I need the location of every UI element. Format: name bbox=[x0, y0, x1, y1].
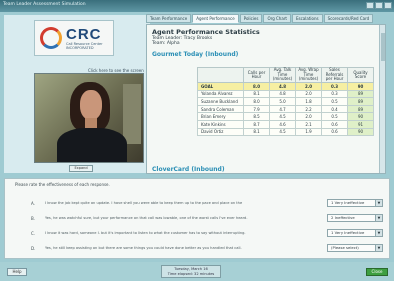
tab-policies[interactable]: Policies bbox=[239, 14, 263, 23]
logo-subtitle: Call Resource Center bbox=[66, 41, 103, 46]
chevron-down-icon[interactable]: ▼ bbox=[375, 215, 382, 221]
rating-select[interactable]: 1 Very Ineffective ▼ bbox=[327, 199, 383, 207]
column-header: Avg. Talk Time (minutes) bbox=[269, 67, 296, 83]
column-header bbox=[197, 67, 244, 83]
question-text: Yes, he still keep assisting on but ther… bbox=[45, 246, 242, 250]
rating-select[interactable]: 2 Ineffective ▼ bbox=[327, 214, 383, 222]
footer-bar: Help Tuesday, March 16 Time elapsed: 32 … bbox=[0, 262, 394, 281]
logo-subtitle-2: INCORPORATED bbox=[66, 45, 94, 50]
video-player[interactable] bbox=[34, 73, 144, 163]
close-window-button[interactable] bbox=[384, 2, 392, 9]
column-header: Quality Score bbox=[347, 67, 374, 83]
question-row: A. I know the job kept quite an update. … bbox=[5, 199, 391, 211]
rating-select[interactable]: (Please select) ▼ bbox=[327, 244, 383, 252]
section-heading-clovercard: CloverCard (Inbound) bbox=[152, 166, 225, 173]
question-row: C. I know it was hard, someone I. but it… bbox=[5, 229, 391, 241]
logo-name: CRC bbox=[66, 25, 102, 43]
question-text: I know it was hard, someone I. but it's … bbox=[45, 231, 246, 235]
team-label: Team: Alpha bbox=[152, 41, 180, 46]
time-elapsed-text: Time elapsed: 32 minutes bbox=[167, 271, 215, 276]
title-bar: Team Leader Assessment Simulation bbox=[0, 0, 394, 12]
question-letter: C. bbox=[31, 231, 36, 236]
chevron-down-icon[interactable]: ▼ bbox=[375, 200, 382, 206]
agent-stats-table: Calls per Hour Avg. Talk Time (minutes) … bbox=[197, 67, 374, 137]
table-row: Suzanne Buckland 8.0 5.0 1.8 0.5 89 bbox=[197, 97, 374, 106]
window-title: Team Leader Assessment Simulation bbox=[3, 2, 86, 7]
close-button[interactable]: Close bbox=[366, 268, 388, 276]
instructions-text: Please rate the effectiveness of each re… bbox=[15, 182, 110, 187]
stats-title: Agent Performance Statistics bbox=[152, 28, 260, 36]
video-panel: CRC Call Resource Center INCORPORATED Cl… bbox=[4, 15, 150, 173]
company-logo: CRC Call Resource Center INCORPORATED bbox=[34, 20, 114, 56]
tab-org-chart[interactable]: Org Chart bbox=[263, 14, 291, 23]
help-button[interactable]: Help bbox=[7, 268, 27, 276]
section-heading-gourmet: Gourmet Today (Inbound) bbox=[152, 51, 239, 58]
table-row: Yolanda Alvarez 8.1 4.8 2.0 0.3 89 bbox=[197, 89, 374, 99]
question-row: D. Yes, he still keep assisting on but t… bbox=[5, 244, 391, 256]
column-header: Sales Referrals per Hour bbox=[321, 67, 348, 83]
chevron-down-icon[interactable]: ▼ bbox=[375, 245, 382, 251]
goal-row: GOAL 8.0 4.8 2.0 0.3 90 bbox=[197, 82, 374, 91]
question-letter: B. bbox=[31, 216, 36, 221]
rating-select[interactable]: 1 Very Ineffective ▼ bbox=[327, 229, 383, 237]
scrollbar-thumb[interactable] bbox=[381, 33, 385, 61]
question-text: I know the job kept quite an update. I h… bbox=[45, 201, 243, 205]
window-controls bbox=[366, 2, 392, 9]
minimize-button[interactable] bbox=[366, 2, 374, 9]
question-letter: D. bbox=[31, 246, 36, 251]
question-text: Yes, he was watchful sure, but your perf… bbox=[45, 216, 248, 220]
column-header: Avg. Wrap Time (minutes) bbox=[295, 67, 322, 83]
column-header: Calls per Hour bbox=[243, 67, 270, 83]
tab-scorecards[interactable]: Scorecards/Red Card bbox=[323, 14, 374, 23]
tab-agent-performance[interactable]: Agent Performance bbox=[192, 14, 239, 23]
table-row: Brian Emery 8.5 4.5 2.0 0.5 90 bbox=[197, 112, 374, 121]
chevron-down-icon[interactable]: ▼ bbox=[375, 230, 382, 236]
logo-circle-icon bbox=[40, 27, 62, 49]
question-letter: A. bbox=[31, 201, 35, 206]
tab-escalations[interactable]: Escalations bbox=[292, 14, 323, 23]
maximize-button[interactable] bbox=[375, 2, 383, 9]
tab-team-performance[interactable]: Team Performance bbox=[146, 14, 192, 23]
table-row: Kate Kinkins 8.7 4.6 2.1 0.6 91 bbox=[197, 119, 374, 129]
table-row: David Ortiz 8.1 4.5 1.9 0.6 90 bbox=[197, 127, 374, 137]
tab-bar: Team Performance Agent Performance Polic… bbox=[146, 14, 374, 24]
date-time-display: Tuesday, March 16 Time elapsed: 32 minut… bbox=[161, 265, 221, 278]
response-panel: Please rate the effectiveness of each re… bbox=[4, 178, 390, 259]
stats-scrollbar[interactable] bbox=[379, 25, 385, 173]
expand-button[interactable]: Expand bbox=[69, 165, 93, 172]
question-row: B. Yes, he was watchful sure, but your p… bbox=[5, 214, 391, 226]
table-row: Sandra Coleman 7.9 4.7 2.2 0.4 89 bbox=[197, 104, 374, 114]
app-window: Team Leader Assessment Simulation CRC Ca… bbox=[0, 0, 394, 281]
agent-stats-panel: Agent Performance Statistics Team Leader… bbox=[146, 24, 386, 174]
